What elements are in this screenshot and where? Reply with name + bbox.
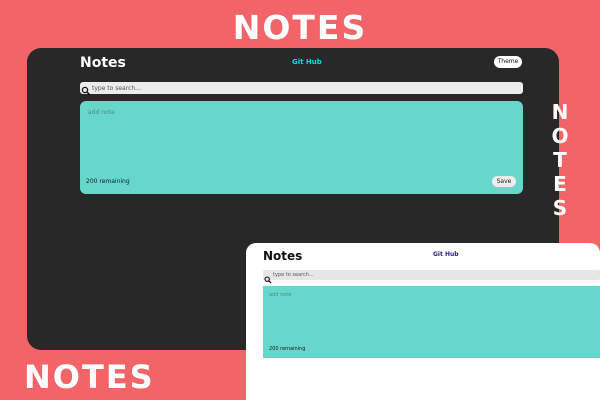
promo-title-bottom: NOTES [24,358,155,396]
search-icon [264,276,272,284]
search-bar[interactable]: type to search... [80,82,523,96]
theme-button[interactable]: Theme [494,56,522,68]
search-input[interactable]: type to search... [273,272,314,278]
search-icon [81,86,91,96]
search-bar[interactable]: type to search... [263,270,600,284]
github-link[interactable]: Git Hub [292,58,322,66]
github-link[interactable]: Git Hub [433,251,459,258]
remaining-count: 200 remaining [86,178,130,185]
save-button[interactable]: Save [492,176,516,187]
note-input[interactable]: add note [88,109,115,116]
note-card: add note 200 remaining [263,286,600,358]
light-app-window: Notes Git Hub type to search... add note… [246,243,600,400]
note-input[interactable]: add note [269,292,291,298]
promo-title-vertical: NOTES [551,100,569,220]
promo-title-top: NOTES [232,8,368,47]
app-title: Notes [80,55,126,71]
note-card: add note 200 remaining Save [80,101,523,194]
app-title: Notes [263,249,303,263]
search-icon-box [263,270,273,284]
remaining-count: 200 remaining [269,346,306,352]
search-icon-box [80,82,92,96]
search-input[interactable]: type to search... [92,85,141,92]
